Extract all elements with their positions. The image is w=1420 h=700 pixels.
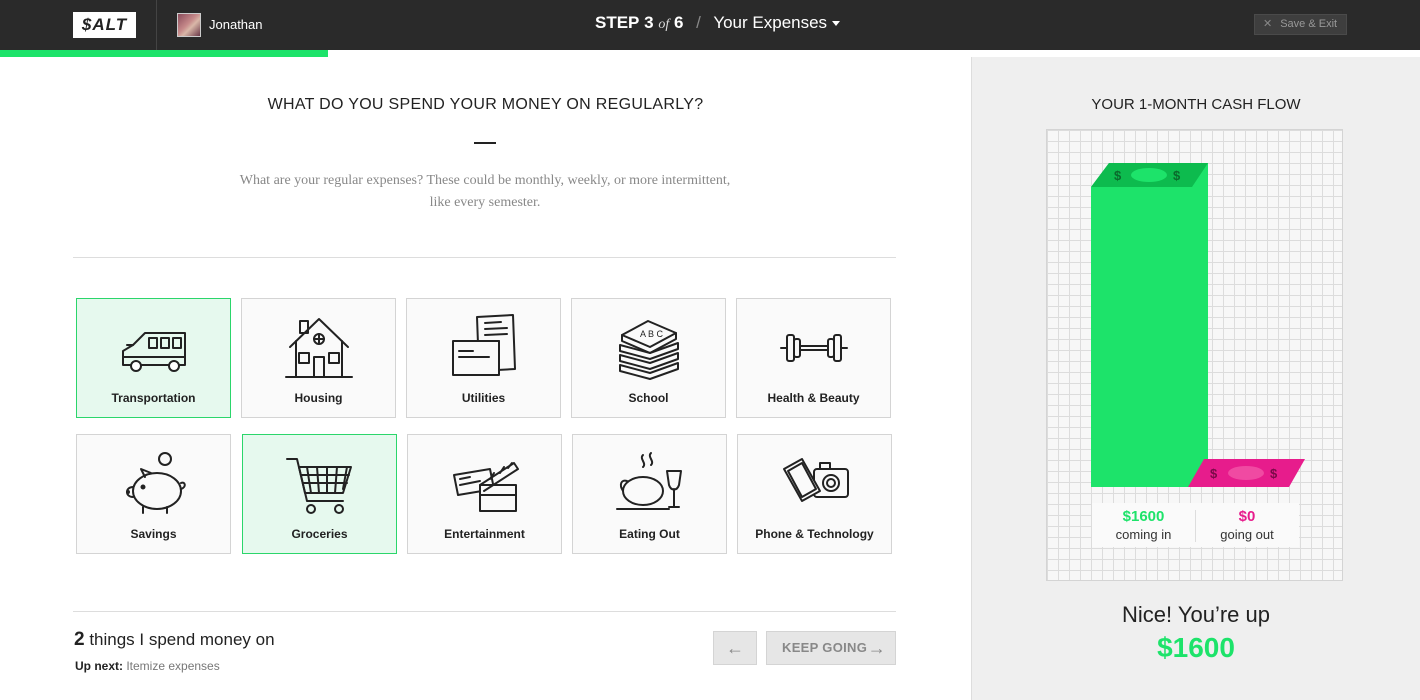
coming-in-bar: $ $ [1091,163,1208,487]
progress-bar-track [328,50,971,57]
category-label[interactable]: Eating Out [573,527,726,541]
category-label[interactable]: Entertainment [408,527,561,541]
svg-text:A B C: A B C [640,329,664,339]
category-label[interactable]: Transportation [77,391,230,405]
close-icon[interactable]: ✕ [1263,18,1272,30]
step-separator: / [696,13,701,32]
category-eating-out[interactable]: Eating Out [572,434,727,554]
coming-in-label: coming in [1115,527,1172,542]
bills-icon [452,314,516,376]
svg-text:$: $ [1270,466,1278,481]
step-label: STEP [595,13,640,32]
category-label[interactable]: Savings [77,527,230,541]
salt-logo[interactable]: $ALT [73,12,136,38]
house-icon [285,318,353,378]
user-name[interactable]: Jonathan [209,17,263,32]
progress-bar-fill [0,50,328,57]
category-label[interactable]: Utilities [407,391,560,405]
back-button[interactable]: ← [713,631,757,665]
category-label[interactable]: Groceries [243,527,396,541]
arrow-right-icon[interactable]: → [868,632,886,664]
going-out-value: $0 [1238,508,1256,525]
section-title[interactable]: Your Expenses [713,13,827,32]
books-icon: A B C [619,320,679,380]
up-next: Up next: Itemize expenses [75,659,220,673]
keep-going-label[interactable]: KEEP GOING [782,640,867,655]
piggy-bank-icon [126,452,186,514]
shopping-cart-icon [286,458,352,514]
summary-amount: $1600 [1157,632,1235,663]
phone-camera-icon [783,458,849,502]
tickets-clapper-icon [453,462,519,512]
turkey-wine-icon [616,452,682,510]
step-current: 3 [644,13,654,32]
arrow-left-icon[interactable]: ← [726,638,744,658]
up-next-label: Up next: [75,659,123,673]
step-indicator: STEP 3 of 6 / Your Expenses [595,13,841,33]
avatar[interactable] [177,13,201,37]
section-dropdown[interactable]: Your Expenses [713,13,841,32]
caret-down-icon[interactable] [832,21,841,27]
bus-icon [122,332,186,372]
category-school[interactable]: A B C School [571,298,726,418]
category-label[interactable]: Phone & Technology [738,527,891,541]
svg-text:$: $ [1114,168,1122,183]
title-divider [474,142,496,144]
save-exit-button[interactable]: ✕ Save & Exit [1254,14,1347,35]
category-transportation[interactable]: Transportation [76,298,231,418]
category-utilities[interactable]: Utilities [406,298,561,418]
top-bar: $ALT Jonathan STEP 3 of 6 / Your Expense… [0,0,1420,50]
selected-count: 2 things I spend money on [74,629,275,651]
category-housing[interactable]: Housing [241,298,396,418]
category-phone-technology[interactable]: Phone & Technology [737,434,892,554]
up-next-value: Itemize expenses [126,659,220,673]
category-entertainment[interactable]: Entertainment [407,434,562,554]
summary-text: Nice! You’re up [1122,602,1270,627]
category-label[interactable]: School [572,391,725,405]
category-label[interactable]: Housing [242,391,395,405]
category-savings[interactable]: Savings [76,434,231,554]
footer-divider [73,611,896,612]
count-text: things I spend money on [89,630,275,649]
save-exit-label[interactable]: Save & Exit [1280,18,1337,30]
going-out-bar: $ $ [1188,459,1305,487]
category-groceries[interactable]: Groceries [242,434,397,554]
coming-in-value: $1600 [1122,508,1165,525]
svg-text:$: $ [1210,466,1218,481]
section-divider [73,257,896,258]
step-total: 6 [673,13,684,32]
question-title: WHAT DO YOU SPEND YOUR MONEY ON REGULARL… [267,96,704,113]
header-divider [156,0,157,50]
cashflow-title: YOUR 1-MONTH CASH FLOW [1091,96,1301,113]
svg-text:$: $ [1173,168,1181,183]
category-label[interactable]: Health & Beauty [737,391,890,405]
question-subtitle: What are your regular expenses? These co… [239,173,731,210]
category-health-beauty[interactable]: Health & Beauty [736,298,891,418]
dumbbell-icon [780,334,848,362]
count-number: 2 [74,629,85,650]
going-out-label: going out [1220,527,1274,542]
keep-going-button[interactable]: KEEP GOING → [766,631,896,665]
step-of: of [658,17,670,32]
